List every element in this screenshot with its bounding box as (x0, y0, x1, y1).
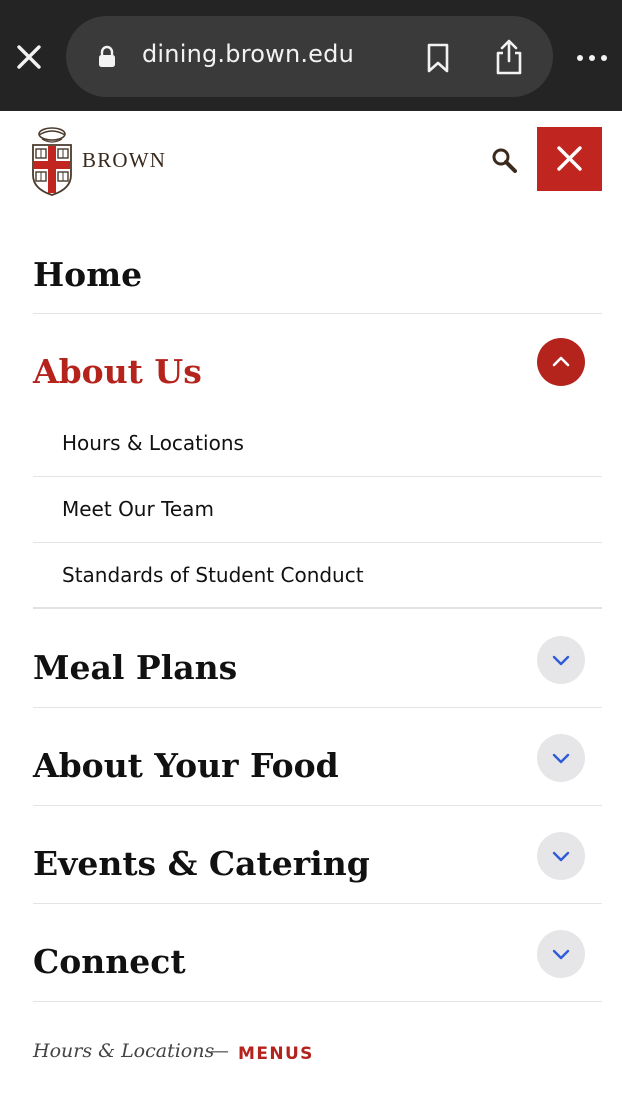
divider (33, 1001, 602, 1002)
close-icon (557, 146, 582, 171)
collapse-about-us-button[interactable] (537, 338, 585, 386)
lock-icon (97, 45, 117, 69)
divider (33, 707, 602, 708)
nav-home[interactable]: Home (33, 255, 142, 294)
chevron-down-icon (552, 655, 570, 666)
nav-about-your-food[interactable]: About Your Food (33, 746, 339, 785)
url-text[interactable]: dining.brown.edu (142, 40, 354, 68)
chevron-down-icon (552, 949, 570, 960)
expand-connect-button[interactable] (537, 930, 585, 978)
close-menu-button[interactable] (537, 127, 602, 191)
chevron-down-icon (552, 753, 570, 764)
subnav-meet-our-team[interactable]: Meet Our Team (62, 497, 214, 521)
more-icon[interactable] (572, 44, 612, 72)
footer-separator: — (210, 1040, 229, 1062)
footer-hours-locations-link[interactable]: Hours & Locations (33, 1040, 214, 1062)
expand-about-your-food-button[interactable] (537, 734, 585, 782)
subnav-hours-locations[interactable]: Hours & Locations (62, 431, 244, 455)
divider (33, 805, 602, 806)
divider (33, 476, 602, 477)
share-icon[interactable] (494, 38, 524, 76)
divider (33, 313, 602, 314)
search-icon[interactable] (484, 140, 524, 180)
nav-meal-plans[interactable]: Meal Plans (33, 648, 237, 687)
chevron-up-icon (552, 356, 570, 367)
close-tab-icon[interactable] (10, 38, 48, 76)
chevron-down-icon (552, 851, 570, 862)
divider (33, 542, 602, 543)
nav-events-catering[interactable]: Events & Catering (33, 844, 370, 883)
divider (33, 607, 602, 609)
footer-menus-link[interactable]: MENUS (238, 1044, 314, 1064)
nav-connect[interactable]: Connect (33, 942, 186, 981)
browser-toolbar: dining.brown.edu (0, 0, 622, 111)
expand-events-catering-button[interactable] (537, 832, 585, 880)
expand-meal-plans-button[interactable] (537, 636, 585, 684)
subnav-standards-of-student-conduct[interactable]: Standards of Student Conduct (62, 563, 364, 587)
divider (33, 903, 602, 904)
nav-about-us[interactable]: About Us (33, 352, 202, 391)
logo-wordmark[interactable]: BROWN (82, 148, 166, 173)
bookmark-icon[interactable] (424, 42, 452, 74)
brown-shield-logo[interactable] (30, 125, 74, 197)
